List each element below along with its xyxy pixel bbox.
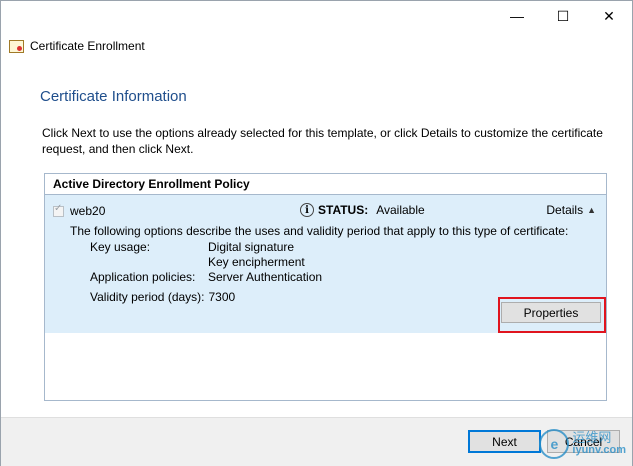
status: i STATUS: Available bbox=[300, 203, 425, 217]
minimize-button[interactable]: — bbox=[494, 1, 540, 31]
watermark: e 运维网 iyunv.com bbox=[539, 429, 626, 459]
key-usage-value-2: Key encipherment bbox=[208, 255, 305, 269]
certificate-icon bbox=[9, 39, 24, 53]
minimize-icon: — bbox=[510, 8, 524, 24]
key-usage-value-1: Digital signature bbox=[208, 240, 295, 254]
template-row: web20 bbox=[53, 203, 106, 218]
details-label: Details bbox=[546, 203, 584, 217]
intro-text: Click Next to use the options already se… bbox=[42, 126, 603, 156]
application-policies-label: Application policies: bbox=[90, 270, 196, 284]
title-bar: — ☐ ✕ bbox=[1, 1, 632, 31]
validity-period-row: Validity period (days): 7300 bbox=[90, 290, 235, 304]
watermark-url: iyunv.com bbox=[572, 444, 626, 456]
maximize-button[interactable]: ☐ bbox=[540, 1, 586, 31]
properties-highlight-box bbox=[498, 297, 606, 333]
app-header: Certificate Enrollment bbox=[9, 39, 145, 53]
maximize-icon: ☐ bbox=[556, 7, 570, 24]
validity-period-value: 7300 bbox=[208, 290, 236, 304]
window-title: Certificate Enrollment bbox=[30, 39, 145, 53]
status-label: STATUS: bbox=[318, 203, 369, 217]
key-usage-row: Key usage: Digital signature bbox=[90, 240, 294, 254]
page-title: Certificate Information bbox=[40, 88, 187, 105]
key-usage-row-2: Key encipherment bbox=[90, 255, 305, 269]
policy-header: Active Directory Enrollment Policy bbox=[45, 174, 606, 195]
application-policies-value: Server Authentication bbox=[208, 270, 323, 284]
close-icon: ✕ bbox=[603, 7, 615, 24]
chevron-up-icon: ▲ bbox=[587, 205, 596, 215]
certificate-enrollment-window: — ☐ ✕ Certificate Enrollment Certificate… bbox=[0, 0, 633, 466]
watermark-cn: 运维网 bbox=[572, 430, 612, 445]
info-icon: i bbox=[300, 203, 314, 217]
dialog-footer: Next Cancel bbox=[1, 417, 632, 466]
validity-period-label: Validity period (days): bbox=[90, 290, 205, 304]
template-name: web20 bbox=[70, 204, 106, 218]
template-checkbox[interactable] bbox=[53, 203, 64, 217]
status-value: Available bbox=[376, 203, 425, 217]
description-text: The following options describe the uses … bbox=[70, 224, 569, 238]
next-button[interactable]: Next bbox=[468, 430, 541, 453]
key-usage-label: Key usage: bbox=[90, 240, 151, 254]
close-button[interactable]: ✕ bbox=[586, 1, 632, 31]
watermark-logo-icon: e bbox=[539, 429, 570, 459]
details-toggle[interactable]: Details ▲ bbox=[546, 203, 596, 217]
application-policies-row: Application policies: Server Authenticat… bbox=[90, 270, 322, 284]
enrollment-policy-panel: Active Directory Enrollment Policy web20… bbox=[44, 173, 607, 401]
